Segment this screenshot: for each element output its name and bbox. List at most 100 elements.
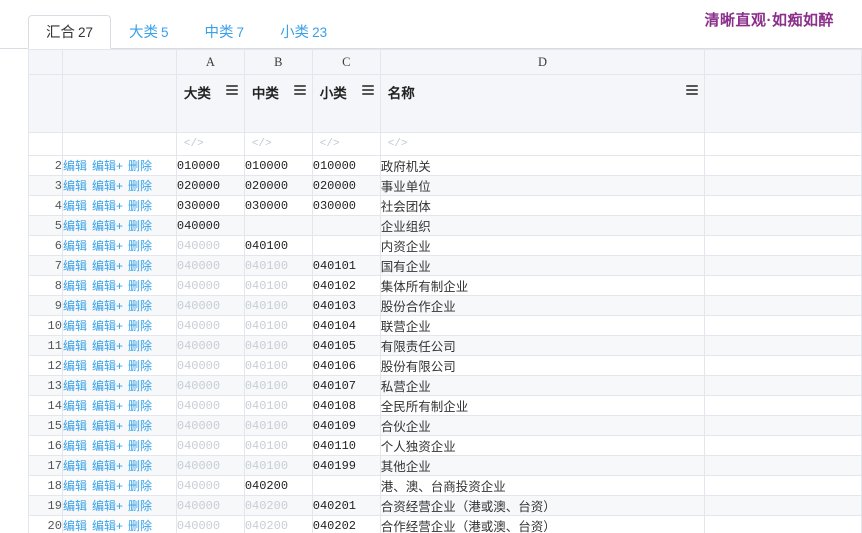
delete-link[interactable]: 删除 bbox=[128, 159, 152, 173]
cell-xiaolei[interactable]: 040104 bbox=[311, 315, 381, 336]
table-row[interactable]: 6 编辑 编辑+ 删除 040000 040100 内资企业 bbox=[28, 235, 862, 256]
cell-mingcheng[interactable]: 股份合作企业 bbox=[379, 295, 706, 316]
edit-plus-link[interactable]: 编辑+ bbox=[92, 199, 123, 213]
edit-link[interactable]: 编辑 bbox=[63, 319, 87, 333]
edit-plus-link[interactable]: 编辑+ bbox=[92, 379, 123, 393]
table-row[interactable]: 11 编辑 编辑+ 删除 040000 040100 040105 有限责任公司 bbox=[28, 335, 862, 356]
table-row[interactable]: 17 编辑 编辑+ 删除 040000 040100 040199 其他企业 bbox=[28, 455, 862, 476]
delete-link[interactable]: 删除 bbox=[128, 439, 152, 453]
menu-icon[interactable] bbox=[293, 82, 306, 97]
edit-plus-link[interactable]: 编辑+ bbox=[92, 259, 123, 273]
cell-xiaolei[interactable]: 020000 bbox=[311, 175, 381, 196]
delete-link[interactable]: 删除 bbox=[128, 379, 152, 393]
menu-icon[interactable] bbox=[361, 82, 374, 97]
cell-dalei[interactable]: 040000 bbox=[175, 495, 245, 516]
cell-mingcheng[interactable]: 其他企业 bbox=[379, 455, 706, 476]
edit-link[interactable]: 编辑 bbox=[63, 459, 87, 473]
cell-mingcheng[interactable]: 港、澳、台商投资企业 bbox=[379, 475, 706, 496]
delete-link[interactable]: 删除 bbox=[128, 199, 152, 213]
edit-plus-link[interactable]: 编辑+ bbox=[92, 399, 123, 413]
cell-dalei[interactable]: 040000 bbox=[175, 455, 245, 476]
delete-link[interactable]: 删除 bbox=[128, 239, 152, 253]
delete-link[interactable]: 删除 bbox=[128, 299, 152, 313]
cell-zhonglei[interactable]: 010000 bbox=[243, 155, 313, 176]
cell-zhonglei[interactable]: 040100 bbox=[243, 255, 313, 276]
cell-mingcheng[interactable]: 企业组织 bbox=[379, 215, 706, 236]
cell-zhonglei[interactable]: 040200 bbox=[243, 495, 313, 516]
edit-plus-link[interactable]: 编辑+ bbox=[92, 499, 123, 513]
delete-link[interactable]: 删除 bbox=[128, 399, 152, 413]
cell-zhonglei[interactable]: 040100 bbox=[243, 275, 313, 296]
table-row[interactable]: 3 编辑 编辑+ 删除 020000 020000 020000 事业单位 bbox=[28, 175, 862, 196]
delete-link[interactable]: 删除 bbox=[128, 519, 152, 533]
delete-link[interactable]: 删除 bbox=[128, 319, 152, 333]
edit-link[interactable]: 编辑 bbox=[63, 359, 87, 373]
cell-xiaolei[interactable]: 040108 bbox=[311, 395, 381, 416]
cell-xiaolei[interactable]: 040109 bbox=[311, 415, 381, 436]
edit-plus-link[interactable]: 编辑+ bbox=[92, 299, 123, 313]
cell-dalei[interactable]: 040000 bbox=[175, 515, 245, 533]
cell-mingcheng[interactable]: 有限责任公司 bbox=[379, 335, 706, 356]
table-row[interactable]: 9 编辑 编辑+ 删除 040000 040100 040103 股份合作企业 bbox=[28, 295, 862, 316]
tab-huihe[interactable]: 汇合 27 bbox=[28, 15, 112, 49]
edit-plus-link[interactable]: 编辑+ bbox=[92, 339, 123, 353]
edit-link[interactable]: 编辑 bbox=[63, 419, 87, 433]
table-row[interactable]: 15 编辑 编辑+ 删除 040000 040100 040109 合伙企业 bbox=[28, 415, 862, 436]
edit-plus-link[interactable]: 编辑+ bbox=[92, 219, 123, 233]
cell-xiaolei[interactable]: 040199 bbox=[311, 455, 381, 476]
edit-plus-link[interactable]: 编辑+ bbox=[92, 319, 123, 333]
table-row[interactable]: 4 编辑 编辑+ 删除 030000 030000 030000 社会团体 bbox=[28, 195, 862, 216]
tab-zhonglei[interactable]: 中类 7 bbox=[187, 15, 263, 49]
column-header-xiaolei[interactable]: 小类 bbox=[311, 74, 381, 133]
edit-plus-link[interactable]: 编辑+ bbox=[92, 459, 123, 473]
column-header-dalei[interactable]: 大类 bbox=[175, 74, 245, 133]
edit-plus-link[interactable]: 编辑+ bbox=[92, 179, 123, 193]
delete-link[interactable]: 删除 bbox=[128, 459, 152, 473]
cell-mingcheng[interactable]: 国有企业 bbox=[379, 255, 706, 276]
cell-dalei[interactable]: 040000 bbox=[175, 235, 245, 256]
column-letter-c[interactable]: C bbox=[311, 49, 381, 75]
edit-plus-link[interactable]: 编辑+ bbox=[92, 159, 123, 173]
cell-mingcheng[interactable]: 内资企业 bbox=[379, 235, 706, 256]
cell-mingcheng[interactable]: 联营企业 bbox=[379, 315, 706, 336]
cell-dalei[interactable]: 040000 bbox=[175, 475, 245, 496]
cell-mingcheng[interactable]: 政府机关 bbox=[379, 155, 706, 176]
edit-link[interactable]: 编辑 bbox=[63, 219, 87, 233]
delete-link[interactable]: 删除 bbox=[128, 419, 152, 433]
cell-dalei[interactable]: 040000 bbox=[175, 315, 245, 336]
edit-link[interactable]: 编辑 bbox=[63, 379, 87, 393]
cell-dalei[interactable]: 020000 bbox=[175, 175, 245, 196]
edit-link[interactable]: 编辑 bbox=[63, 279, 87, 293]
cell-zhonglei[interactable]: 040100 bbox=[243, 375, 313, 396]
filter-input-dalei[interactable]: </> bbox=[175, 132, 245, 156]
column-letter-d[interactable]: D bbox=[379, 49, 706, 75]
cell-xiaolei[interactable]: 010000 bbox=[311, 155, 381, 176]
cell-dalei[interactable]: 040000 bbox=[175, 335, 245, 356]
cell-xiaolei[interactable]: 030000 bbox=[311, 195, 381, 216]
edit-link[interactable]: 编辑 bbox=[63, 259, 87, 273]
menu-icon[interactable] bbox=[225, 82, 238, 97]
table-row[interactable]: 14 编辑 编辑+ 删除 040000 040100 040108 全民所有制企业 bbox=[28, 395, 862, 416]
delete-link[interactable]: 删除 bbox=[128, 219, 152, 233]
column-header-mingcheng[interactable]: 名称 bbox=[379, 74, 706, 133]
edit-plus-link[interactable]: 编辑+ bbox=[92, 439, 123, 453]
edit-link[interactable]: 编辑 bbox=[63, 479, 87, 493]
menu-icon[interactable] bbox=[686, 82, 699, 97]
cell-mingcheng[interactable]: 集体所有制企业 bbox=[379, 275, 706, 296]
cell-xiaolei[interactable]: 040110 bbox=[311, 435, 381, 456]
cell-zhonglei[interactable]: 020000 bbox=[243, 175, 313, 196]
table-row[interactable]: 10 编辑 编辑+ 删除 040000 040100 040104 联营企业 bbox=[28, 315, 862, 336]
cell-zhonglei[interactable]: 030000 bbox=[243, 195, 313, 216]
edit-link[interactable]: 编辑 bbox=[63, 439, 87, 453]
cell-dalei[interactable]: 040000 bbox=[175, 375, 245, 396]
edit-link[interactable]: 编辑 bbox=[63, 239, 87, 253]
cell-dalei[interactable]: 040000 bbox=[175, 355, 245, 376]
cell-mingcheng[interactable]: 事业单位 bbox=[379, 175, 706, 196]
table-row[interactable]: 8 编辑 编辑+ 删除 040000 040100 040102 集体所有制企业 bbox=[28, 275, 862, 296]
column-letter-a[interactable]: A bbox=[175, 49, 245, 75]
column-letter-b[interactable]: B bbox=[243, 49, 313, 75]
cell-xiaolei[interactable]: 040106 bbox=[311, 355, 381, 376]
column-header-zhonglei[interactable]: 中类 bbox=[243, 74, 313, 133]
delete-link[interactable]: 删除 bbox=[128, 479, 152, 493]
edit-plus-link[interactable]: 编辑+ bbox=[92, 279, 123, 293]
